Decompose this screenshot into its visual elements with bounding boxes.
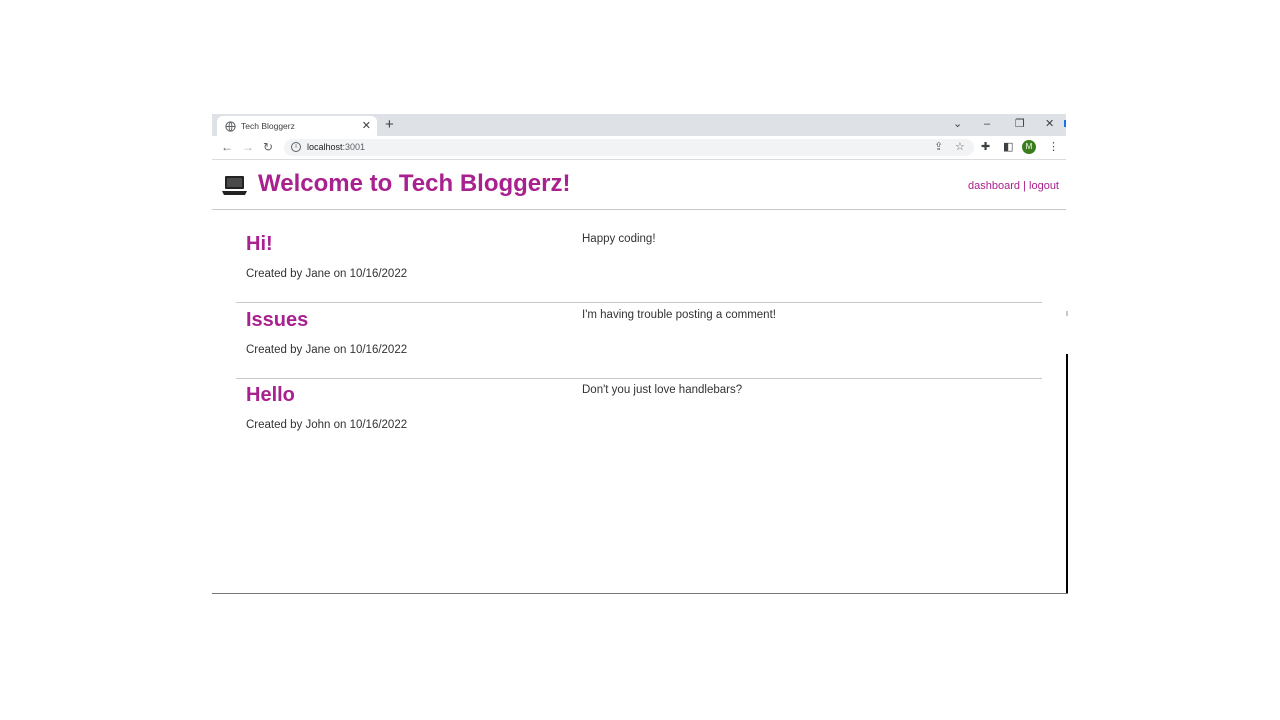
browser-toolbar: ← → ↻ i localhost:3001 ⇪ ☆ ✚ ◧ M ⋮ [212,136,1066,160]
minimize-icon[interactable]: – [984,117,990,131]
post-title[interactable]: Issues [246,309,308,332]
post-item[interactable]: Issues Created by Jane on 10/16/2022 I'm… [236,303,1042,379]
page-content: Welcome to Tech Bloggerz! dashboard | lo… [212,161,1066,594]
url-host: localhost [307,142,343,152]
nav-separator: | [1023,180,1026,192]
star-icon[interactable]: ☆ [955,140,965,153]
globe-icon [225,120,236,132]
tab-strip: Tech Bloggerz ✕ + ⌄ – ❐ ✕ [212,114,1066,136]
tab-tech-bloggerz[interactable]: Tech Bloggerz ✕ [217,116,377,136]
post-body: I'm having trouble posting a comment! [582,309,776,321]
post-item[interactable]: Hello Created by John on 10/16/2022 Don'… [236,378,1042,454]
post-meta: Created by John on 10/16/2022 [246,419,408,431]
extensions-icon[interactable]: ✚ [981,140,990,154]
share-icon[interactable]: ⇪ [934,140,943,153]
plus-icon[interactable]: + [385,116,394,134]
info-icon[interactable]: i [291,142,301,152]
close-icon[interactable]: ✕ [362,120,371,132]
tab-title: Tech Bloggerz [241,121,295,131]
forward-icon[interactable]: → [242,140,254,154]
dashboard-link[interactable]: dashboard [968,180,1020,192]
url-text: localhost:3001 [307,142,365,152]
menu-icon[interactable]: ⋮ [1048,140,1059,154]
address-bar[interactable]: i localhost:3001 ⇪ ☆ [284,139,974,156]
site-header: Welcome to Tech Bloggerz! dashboard | lo… [212,161,1066,210]
laptop-icon [222,176,247,195]
header-nav: dashboard | logout [968,180,1059,192]
back-icon[interactable]: ← [221,140,233,154]
browser-window: Tech Bloggerz ✕ + ⌄ – ❐ ✕ ← → ↻ i localh… [212,114,1066,594]
chevron-down-icon[interactable]: ⌄ [953,117,962,131]
avatar[interactable]: M [1022,140,1036,154]
scrollbar[interactable] [1066,354,1068,594]
restore-icon[interactable]: ❐ [1015,117,1025,131]
post-item[interactable]: Hi! Created by Jane on 10/16/2022 Happy … [236,227,1042,303]
url-port: :3001 [342,142,366,152]
edge-mark [1064,120,1066,127]
post-body: Don't you just love handlebars? [582,384,743,396]
logout-link[interactable]: logout [1029,180,1059,192]
reload-icon[interactable]: ↻ [263,140,273,154]
window-bottom-border [212,593,1068,594]
post-body: Happy coding! [582,233,656,245]
post-meta: Created by Jane on 10/16/2022 [246,268,408,280]
post-title[interactable]: Hi! [246,233,273,256]
post-meta: Created by Jane on 10/16/2022 [246,344,408,356]
close-window-icon[interactable]: ✕ [1045,117,1054,131]
page-title: Welcome to Tech Bloggerz! [258,170,571,197]
scroll-tick [1066,311,1068,316]
post-title[interactable]: Hello [246,384,295,407]
side-panel-icon[interactable]: ◧ [1003,140,1013,154]
